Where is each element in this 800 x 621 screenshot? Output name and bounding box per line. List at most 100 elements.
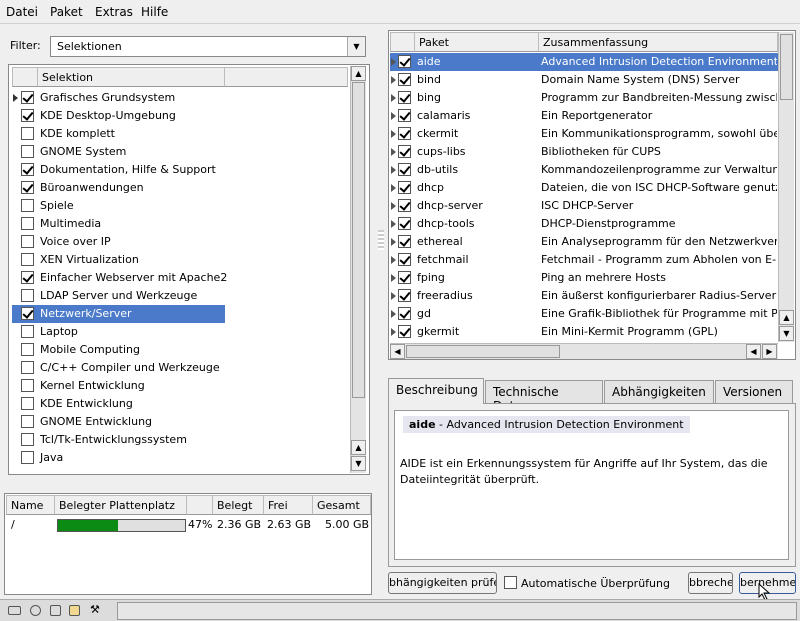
scroll-down-icon[interactable]: ▼ — [779, 326, 794, 341]
package-checkbox[interactable] — [398, 217, 411, 230]
selection-item[interactable]: Netzwerk/Server — [12, 305, 225, 323]
expand-arrow-icon[interactable] — [13, 94, 18, 102]
selection-checkbox[interactable] — [21, 415, 34, 428]
package-row[interactable]: dhcp-server ISC DHCP-Server — [390, 197, 778, 215]
keyboard-icon[interactable] — [8, 606, 21, 615]
selection-item[interactable]: GNOME System — [12, 143, 348, 161]
expand-arrow-icon[interactable] — [391, 94, 396, 102]
package-checkbox[interactable] — [398, 163, 411, 176]
selection-scrollbar[interactable]: ▲ ▲ ▼ — [350, 66, 366, 473]
tab-abhaengigkeiten[interactable]: Abhängigkeiten — [604, 380, 714, 404]
expand-arrow-icon[interactable] — [391, 112, 396, 120]
scroll-up-icon[interactable]: ▲ — [351, 440, 366, 455]
package-row[interactable]: fetchmail Fetchmail - Programm zum Abhole… — [390, 251, 778, 269]
package-checkbox[interactable] — [398, 145, 411, 158]
menu-extras[interactable]: Extras — [95, 5, 133, 19]
selection-checkbox[interactable] — [21, 361, 34, 374]
tab-beschreibung[interactable]: Beschreibung — [388, 378, 484, 404]
package-row[interactable]: dhcp-tools DHCP-Dienstprogramme — [390, 215, 778, 233]
scroll-up-icon[interactable]: ▲ — [779, 310, 794, 325]
selection-checkbox[interactable] — [21, 91, 34, 104]
package-checkbox[interactable] — [398, 91, 411, 104]
disk-row[interactable]: / 47% 2.36 GB 2.63 GB 5.00 GB — [5, 516, 371, 534]
scroll-left-icon[interactable]: ◀ — [390, 344, 405, 359]
package-checkbox[interactable] — [398, 307, 411, 320]
package-row[interactable]: cups-libs Bibliotheken für CUPS — [390, 143, 778, 161]
expand-arrow-icon[interactable] — [391, 292, 396, 300]
cancel-button[interactable]: bbreche — [688, 572, 733, 594]
package-row[interactable]: gd Eine Grafik-Bibliothek für Programme m… — [390, 305, 778, 323]
scroll-left-icon[interactable]: ◀ — [746, 344, 761, 359]
selection-checkbox[interactable] — [21, 127, 34, 140]
expand-arrow-icon[interactable] — [391, 256, 396, 264]
selection-checkbox[interactable] — [21, 163, 34, 176]
expand-arrow-icon[interactable] — [391, 184, 396, 192]
selection-header-check[interactable] — [12, 67, 38, 87]
selection-checkbox[interactable] — [21, 379, 34, 392]
selection-item[interactable]: Kernel Entwicklung — [12, 377, 348, 395]
expand-arrow-icon[interactable] — [391, 238, 396, 246]
selection-checkbox[interactable] — [21, 235, 34, 248]
package-hscrollbar[interactable]: ◀ ◀ ▶ — [390, 343, 778, 359]
selection-checkbox[interactable] — [21, 217, 34, 230]
package-row[interactable]: bind Domain Name System (DNS) Server — [390, 71, 778, 89]
package-row[interactable]: aide Advanced Intrusion Detection Environ… — [390, 53, 778, 71]
expand-arrow-icon[interactable] — [391, 76, 396, 84]
selection-header-extra[interactable] — [224, 67, 348, 87]
disk-header-name[interactable]: Name — [6, 495, 55, 515]
expand-arrow-icon[interactable] — [391, 148, 396, 156]
package-checkbox[interactable] — [398, 271, 411, 284]
package-checkbox[interactable] — [398, 325, 411, 338]
expand-arrow-icon[interactable] — [391, 202, 396, 210]
selection-item[interactable]: XEN Virtualization — [12, 251, 348, 269]
network-icon[interactable] — [30, 605, 41, 616]
selection-item[interactable]: Grafisches Grundsystem — [12, 89, 348, 107]
package-row[interactable]: ckermit Ein Kommunikationsprogramm, sowoh… — [390, 125, 778, 143]
disk-header-used[interactable]: Belegt — [212, 495, 264, 515]
package-row[interactable]: dhcp Dateien, die von ISC DHCP-Software g… — [390, 179, 778, 197]
package-checkbox[interactable] — [398, 127, 411, 140]
selection-item[interactable]: LDAP Server und Werkzeuge — [12, 287, 348, 305]
selection-item[interactable]: Dokumentation, Hilfe & Support — [12, 161, 348, 179]
package-checkbox[interactable] — [398, 199, 411, 212]
tab-technische-daten[interactable]: Technische Daten — [485, 380, 603, 413]
selection-checkbox[interactable] — [21, 451, 34, 464]
scroll-right-icon[interactable]: ▶ — [762, 344, 777, 359]
selection-checkbox[interactable] — [21, 397, 34, 410]
folder-icon[interactable] — [69, 605, 80, 616]
disk-header-percent[interactable] — [186, 495, 213, 515]
auto-check-checkbox[interactable] — [504, 576, 517, 589]
package-row[interactable]: fping Ping an mehrere Hosts — [390, 269, 778, 287]
expand-arrow-icon[interactable] — [391, 220, 396, 228]
expand-arrow-icon[interactable] — [391, 58, 396, 66]
menu-paket[interactable]: Paket — [50, 5, 83, 19]
package-checkbox[interactable] — [398, 109, 411, 122]
chevron-down-icon[interactable]: ▼ — [347, 37, 365, 56]
package-row[interactable]: ethereal Ein Analyseprogramm für den Netz… — [390, 233, 778, 251]
package-row[interactable]: gkermit Ein Mini-Kermit Programm (GPL) — [390, 323, 778, 341]
package-row[interactable]: bing Programm zur Bandbreiten-Messung zwi… — [390, 89, 778, 107]
selection-item[interactable]: KDE Desktop-Umgebung — [12, 107, 348, 125]
selection-checkbox[interactable] — [21, 343, 34, 356]
scroll-thumb[interactable] — [352, 82, 365, 398]
package-checkbox[interactable] — [398, 289, 411, 302]
selection-item[interactable]: Laptop — [12, 323, 348, 341]
disk-header-free[interactable]: Frei — [263, 495, 313, 515]
selection-item[interactable]: Tcl/Tk-Entwicklungssystem — [12, 431, 348, 449]
package-checkbox[interactable] — [398, 55, 411, 68]
tab-versionen[interactable]: Versionen — [715, 380, 793, 404]
expand-arrow-icon[interactable] — [391, 328, 396, 336]
menu-datei[interactable]: Datei — [6, 5, 38, 19]
scroll-thumb[interactable] — [780, 34, 793, 100]
selection-item[interactable]: Java — [12, 449, 348, 467]
selection-checkbox[interactable] — [21, 433, 34, 446]
selection-item[interactable]: Multimedia — [12, 215, 348, 233]
expand-arrow-icon[interactable] — [391, 310, 396, 318]
expand-arrow-icon[interactable] — [391, 274, 396, 282]
package-row[interactable]: db-utils Kommandozeilenprogramme zur Verw… — [390, 161, 778, 179]
menu-hilfe[interactable]: Hilfe — [141, 5, 168, 19]
expand-arrow-icon[interactable] — [391, 130, 396, 138]
selection-item[interactable]: Einfacher Webserver mit Apache2 — [12, 269, 348, 287]
selection-checkbox[interactable] — [21, 199, 34, 212]
selection-checkbox[interactable] — [21, 253, 34, 266]
